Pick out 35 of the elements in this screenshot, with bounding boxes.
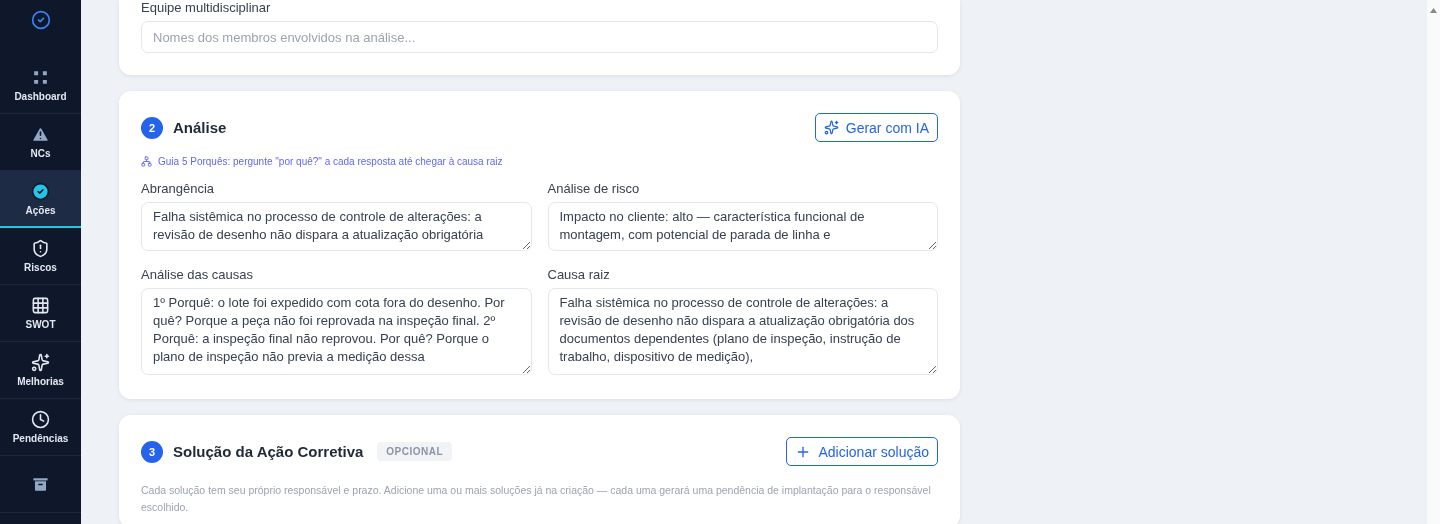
section-title: Análise — [173, 119, 227, 136]
optional-badge: OPCIONAL — [377, 442, 453, 461]
input-field[interactable]: Nomes dos membros envolvidos na análise... — [141, 21, 938, 53]
field-label: Causa raiz — [547, 267, 611, 282]
text-area[interactable]: 1º Porquê: o lote foi expedido com cota fora do desenho. Por quê? Porque a peça não foi reprovada na inspeção final. 2º Porquê: a inspeção final não reprovou. Por quê? Porque o plano de inspeção não previa a medição dessa — [141, 288, 532, 375]
grid-icon — [31, 296, 50, 315]
section-title: Solução da Ação Corretiva — [173, 443, 364, 460]
check-circle-icon — [31, 181, 50, 201]
sidebar-item[interactable]: Melhorias — [0, 342, 81, 399]
field-label: Abrangência — [141, 181, 215, 196]
step-number: 2 — [141, 116, 163, 139]
field-label: Análise de risco — [547, 181, 641, 196]
grid-icon — [31, 68, 50, 87]
description-text: Cada solução tem seu próprio responsável e prazo. Adicione uma ou mais soluções já na criação — cada uma gerará uma pendência de implantação para o responsável escolhido. — [141, 483, 932, 515]
field-label: Análise das causas — [141, 267, 254, 282]
step-number: 3 — [141, 440, 163, 463]
text-area[interactable]: Impacto no cliente: alto — característica funcional de montagem, com potencial de parada de linha e — [547, 202, 938, 251]
guide-text: Guia 5 Porquês: pergunte "por quê?" a cada resposta até chegar à causa raiz — [158, 156, 503, 167]
text-area[interactable]: Falha sistêmica no processo de controle de alterações: a revisão de desenho não dispara a atualização obrigatória — [141, 202, 532, 251]
sidebar-item[interactable]: SWOT — [0, 285, 81, 342]
sidebar-item[interactable]: Ações — [0, 171, 81, 228]
generate-button[interactable]: Gerar com IA — [814, 113, 938, 142]
sidebar-item[interactable]: Dashboard — [0, 57, 81, 114]
sparkles-icon — [31, 353, 50, 372]
warning-icon — [31, 125, 50, 144]
sidebar-item[interactable]: Riscos — [0, 228, 81, 285]
sparkles-icon — [823, 120, 839, 135]
hierarchy-icon — [141, 156, 152, 167]
add-solution-button[interactable]: Adicionar solução — [786, 437, 938, 466]
sidebar-item[interactable]: Pendências — [0, 399, 81, 456]
field-label: Equipe multidisciplinar — [141, 0, 272, 15]
shield-icon — [31, 239, 50, 258]
text-area[interactable]: Falha sistêmica no processo de controle de alterações: a revisão de desenho não dispara a atualização obrigatória dos documentos dependentes (plano de inspeção, instrução de trabalho, dispositivo de medição), — [547, 288, 938, 375]
clock-icon — [31, 410, 50, 429]
logo-icon — [30, 10, 51, 30]
